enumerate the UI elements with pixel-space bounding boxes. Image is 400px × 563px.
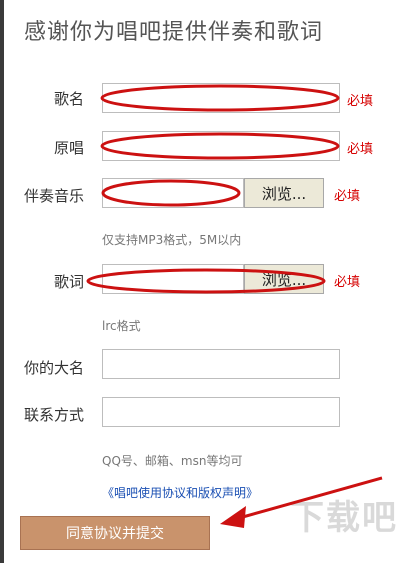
- annotation-overlay: [86, 84, 383, 528]
- annotation-arrow-head: [220, 506, 246, 528]
- annotation-ellipse-accompaniment: [101, 179, 241, 207]
- annotation-ellipse-original-singer: [100, 132, 340, 160]
- annotation-ellipse-song-name: [100, 84, 340, 112]
- annotation-arrow-line: [231, 476, 383, 522]
- annotation-ellipse-lyrics: [86, 268, 326, 294]
